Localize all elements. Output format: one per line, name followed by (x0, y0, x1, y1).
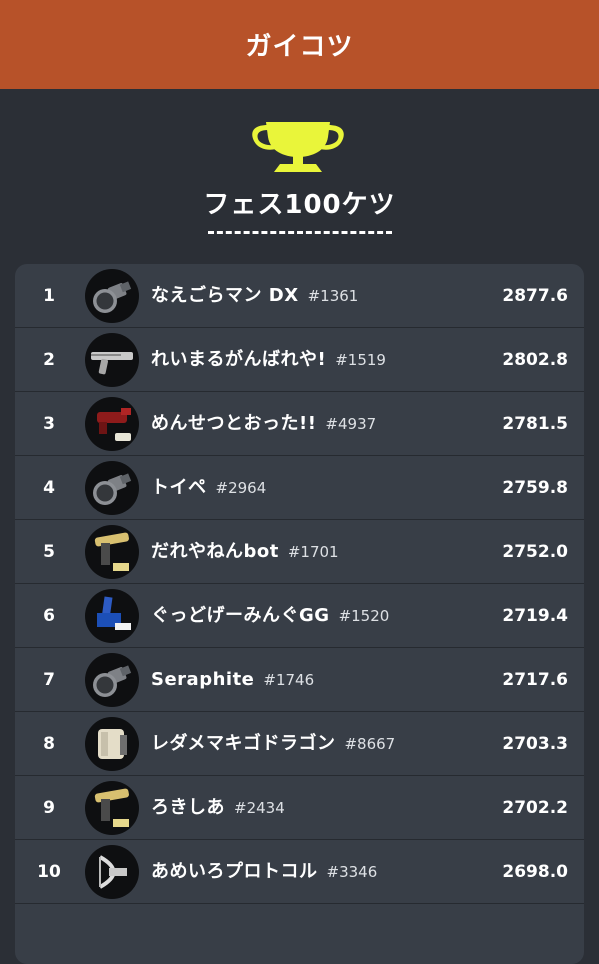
header-bar: ガイコツ (0, 0, 599, 89)
player-tag: #8667 (344, 735, 396, 753)
player-name: あめいろプロトコル (151, 861, 318, 882)
player-score: 2752.0 (502, 542, 568, 562)
shooter-icon (85, 397, 139, 451)
player-tag: #2434 (234, 799, 285, 817)
ranking-title: フェス100ケツ (203, 190, 396, 220)
player-name-group: だれやねんbot #1701 (151, 520, 339, 584)
player-tag: #1746 (263, 671, 315, 689)
player-name: めんせつとおった!! (151, 413, 317, 434)
player-name-group: Seraphite #1746 (151, 648, 314, 712)
stringer-icon (85, 845, 139, 899)
rank-number: 4 (43, 478, 55, 498)
player-name: だれやねんbot (151, 541, 279, 562)
ranking-row[interactable]: 2 れいまるがんばれや! #1519 2802.8 (15, 328, 584, 392)
rank-number: 5 (43, 542, 55, 562)
player-score: 2759.8 (502, 478, 568, 498)
team-title: ガイコツ (245, 32, 354, 62)
ranking-row[interactable]: 9 ろきしあ #2434 2702.2 (15, 776, 584, 840)
rank-number: 8 (43, 734, 55, 754)
player-name: Seraphite (151, 669, 255, 690)
ranking-row[interactable]: 8 レダメマキゴドラゴン #8667 2703.3 (15, 712, 584, 776)
player-name: レダメマキゴドラゴン (151, 733, 336, 754)
player-tag: #3346 (326, 863, 378, 881)
roller-icon (85, 461, 139, 515)
rank-number: 2 (43, 350, 55, 370)
player-tag: #1701 (287, 543, 339, 561)
player-score: 2702.2 (502, 798, 568, 818)
player-tag: #1520 (338, 607, 390, 625)
rank-number: 10 (37, 862, 61, 882)
player-score: 2802.8 (502, 350, 568, 370)
rank-number: 6 (43, 606, 55, 626)
player-name-group: なえごらマン DX #1361 (151, 264, 358, 328)
player-name: トイペ (151, 477, 207, 498)
rank-number: 9 (43, 798, 55, 818)
roller-icon (85, 269, 139, 323)
player-score: 2877.6 (502, 286, 568, 306)
ranking-row[interactable]: 3 めんせつとおった!! #4937 2781.5 (15, 392, 584, 456)
player-name: ろきしあ (151, 797, 225, 818)
player-score: 2698.0 (502, 862, 568, 882)
player-tag: #2964 (215, 479, 267, 497)
roller-icon (85, 653, 139, 707)
player-name-group: めんせつとおった!! #4937 (151, 392, 376, 456)
player-tag: #4937 (325, 415, 377, 433)
player-score: 2717.6 (502, 670, 568, 690)
rank-number: 1 (43, 286, 55, 306)
ranking-row[interactable]: 7 Seraphite #1746 2717.6 (15, 648, 584, 712)
rank-number: 3 (43, 414, 55, 434)
brella-icon (85, 717, 139, 771)
row-divider (15, 903, 584, 904)
player-name: れいまるがんばれや! (151, 349, 327, 370)
ranking-row[interactable]: 10 あめいろプロトコル #3346 2698.0 (15, 840, 584, 904)
charger-icon (85, 333, 139, 387)
player-name-group: れいまるがんばれや! #1519 (151, 328, 386, 392)
ranking-row[interactable]: 1 なえごらマン DX #1361 2877.6 (15, 264, 584, 328)
splatling-icon (85, 525, 139, 579)
ranking-row[interactable]: 6 ぐっどげーみんぐGG #1520 2719.4 (15, 584, 584, 648)
player-name-group: ぐっどげーみんぐGG #1520 (151, 584, 389, 648)
trophy-icon (252, 122, 344, 172)
player-score: 2781.5 (502, 414, 568, 434)
ranking-row[interactable]: 5 だれやねんbot #1701 2752.0 (15, 520, 584, 584)
brush-icon (85, 589, 139, 643)
player-name: ぐっどげーみんぐGG (151, 605, 330, 626)
player-score: 2719.4 (502, 606, 568, 626)
player-name-group: レダメマキゴドラゴン #8667 (151, 712, 395, 776)
splatling-icon (85, 781, 139, 835)
ranking-row[interactable]: 4 トイペ #2964 2759.8 (15, 456, 584, 520)
player-name-group: ろきしあ #2434 (151, 776, 285, 840)
player-tag: #1361 (307, 287, 359, 305)
ranking-list: 1 なえごらマン DX #1361 2877.6 2 れいまるがんばれや! #1519 280… (15, 264, 584, 964)
title-dashed-divider (208, 231, 392, 234)
player-tag: #1519 (335, 351, 386, 369)
player-name-group: トイペ #2964 (151, 456, 266, 520)
rank-number: 7 (43, 670, 55, 690)
player-name-group: あめいろプロトコル #3346 (151, 840, 377, 904)
player-name: なえごらマン DX (151, 285, 299, 306)
player-score: 2703.3 (502, 734, 568, 754)
